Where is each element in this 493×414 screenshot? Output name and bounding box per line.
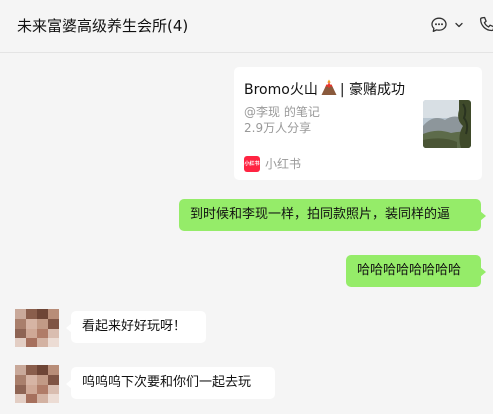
card-source-label: 小红书 <box>265 157 302 171</box>
chat-more-button[interactable] <box>430 15 464 35</box>
header-actions <box>430 15 493 35</box>
card-source: 小红书 小红书 <box>244 156 301 172</box>
chevron-down-icon <box>455 22 463 28</box>
voice-call-button[interactable] <box>478 15 493 35</box>
card-title-text: Bromo火山 <box>244 82 318 98</box>
chat-bubble-more-icon <box>431 17 447 33</box>
chat-window: 未来富婆高级养生会所(4) Bromo火山 | 豪赌成功 @李现 的笔记 2.9… <box>0 0 493 414</box>
message-bubble-mine[interactable]: 到时候和李现一样，拍同款照片，装同样的逼 <box>179 199 486 231</box>
message-bubble-theirs[interactable]: 呜呜呜下次要和你们一起去玩 <box>66 367 275 399</box>
chat-title: 未来富婆高级养生会所(4) <box>17 17 189 35</box>
avatar[interactable] <box>15 309 59 347</box>
card-title: Bromo火山 | 豪赌成功 <box>244 78 405 102</box>
card-author: @李现 的笔记 <box>244 105 320 119</box>
message-bubble-mine[interactable]: 哈哈哈哈哈哈哈哈 <box>346 255 486 287</box>
message-bubble-theirs[interactable]: 看起来好好玩呀！ <box>66 311 206 343</box>
xiaohongshu-logo-icon: 小红书 <box>244 156 260 172</box>
chat-header: 未来富婆高级养生会所(4) <box>0 0 493 53</box>
card-thumbnail <box>423 100 471 148</box>
avatar[interactable] <box>15 365 59 403</box>
shared-note-card[interactable]: Bromo火山 | 豪赌成功 @李现 的笔记 2.9万人分享 小红书 小红书 <box>234 67 482 180</box>
volcano-emoji-icon <box>320 78 338 102</box>
card-title-suffix: | 豪赌成功 <box>339 82 405 98</box>
phone-icon <box>479 16 493 32</box>
card-share-count: 2.9万人分享 <box>244 121 312 135</box>
